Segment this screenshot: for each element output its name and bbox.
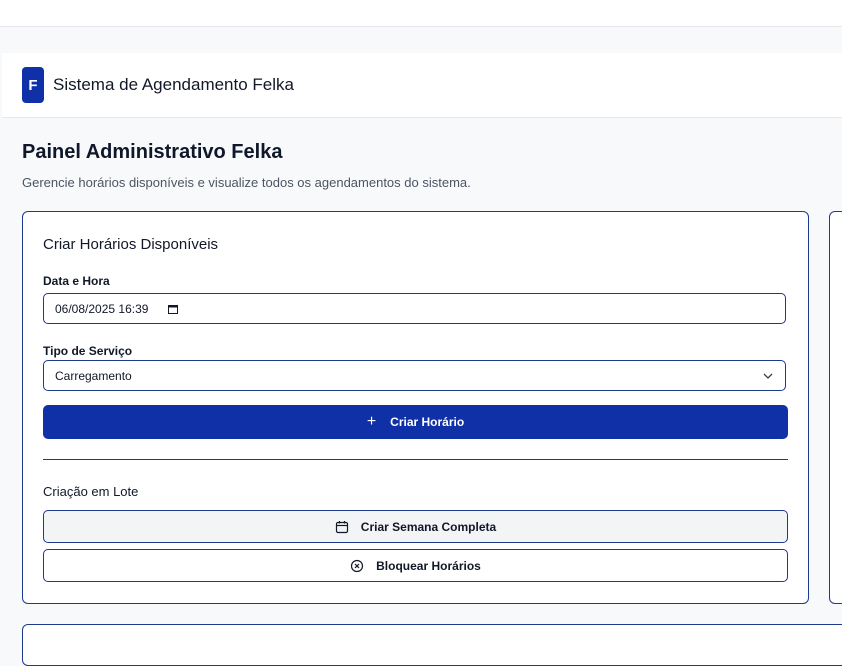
create-slot-button[interactable]: + Criar Horário: [43, 405, 788, 439]
card-title: Criar Horários Disponíveis: [43, 236, 219, 253]
side-card: [829, 211, 842, 604]
app-logo: F: [22, 67, 44, 103]
block-slots-button[interactable]: Bloquear Horários: [43, 549, 788, 582]
browser-top-strip: [0, 0, 842, 27]
page-title: Painel Administrativo Felka: [22, 141, 283, 163]
datetime-input[interactable]: 06/08/2025 16:39: [43, 293, 786, 324]
create-slots-card: Criar Horários Disponíveis Data e Hora 0…: [22, 211, 809, 604]
batch-section-title: Criação em Lote: [43, 484, 139, 499]
service-value: Carregamento: [55, 368, 132, 383]
bottom-card: [22, 624, 842, 666]
service-select[interactable]: Carregamento: [43, 360, 786, 391]
create-week-button[interactable]: Criar Semana Completa: [43, 510, 788, 543]
create-week-label: Criar Semana Completa: [360, 519, 497, 534]
block-slots-label: Bloquear Horários: [376, 558, 481, 573]
create-slot-label: Criar Horário: [390, 415, 465, 429]
x-circle-icon: [351, 559, 364, 572]
chevron-down-icon: [763, 373, 773, 379]
datetime-label: Data e Hora: [43, 274, 110, 288]
datetime-value: 06/08/2025 16:39: [55, 301, 149, 316]
page-subtitle: Gerencie horários disponíveis e visualiz…: [22, 175, 471, 190]
divider: [43, 459, 788, 460]
app-title: Sistema de Agendamento Felka: [53, 75, 294, 94]
app-header: F Sistema de Agendamento Felka: [2, 53, 842, 118]
plus-icon: +: [366, 413, 377, 430]
calendar-picker-icon[interactable]: [168, 304, 179, 314]
calendar-icon: [335, 520, 348, 533]
service-label: Tipo de Serviço: [43, 344, 133, 358]
